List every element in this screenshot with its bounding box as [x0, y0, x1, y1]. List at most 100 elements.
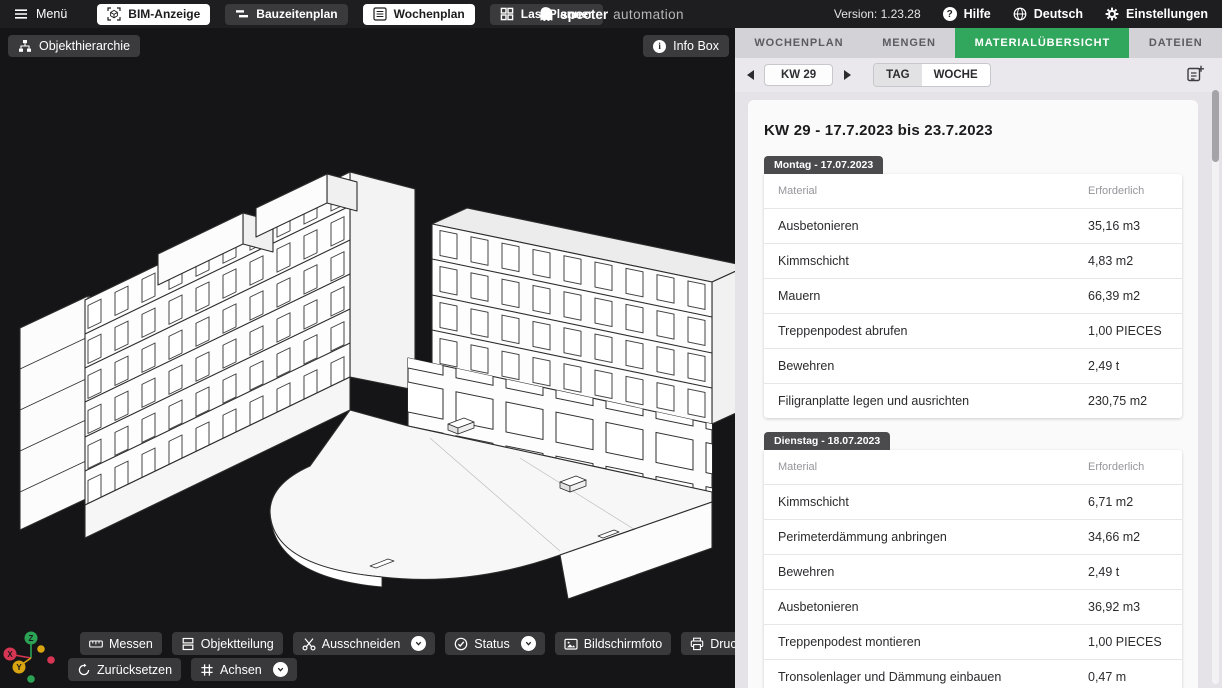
- material-required: 1,00 PIECES: [1088, 635, 1168, 649]
- material-name: Ausbetonieren: [778, 219, 1088, 233]
- material-name: Kimmschicht: [778, 495, 1088, 509]
- nav-bim-anzeige[interactable]: BIM-Anzeige: [97, 4, 210, 25]
- material-name: Treppenpodest abrufen: [778, 324, 1088, 338]
- header-material: Material: [778, 185, 1088, 197]
- nav-label: Wochenplan: [394, 7, 465, 21]
- axes-icon: [200, 663, 214, 677]
- material-required: 1,00 PIECES: [1088, 324, 1168, 338]
- table-row[interactable]: Bewehren2,49 t: [764, 554, 1182, 589]
- split-icon: [181, 637, 195, 651]
- day-card: MaterialErforderlichAusbetonieren35,16 m…: [764, 174, 1182, 418]
- table-row[interactable]: Filigranplatte legen und ausrichten230,7…: [764, 383, 1182, 418]
- tab-material-bersicht[interactable]: MATERIALÜBERSICHT: [955, 28, 1129, 58]
- viewport-toolbar-row2: Zurücksetzen Achsen: [68, 658, 297, 681]
- tool-status[interactable]: Status: [445, 632, 544, 655]
- nav-wochenplan[interactable]: Wochenplan: [363, 4, 475, 25]
- nav-label: BIM-Anzeige: [128, 7, 200, 21]
- info-icon: i: [653, 40, 666, 53]
- axis-dot-neg-z: [27, 675, 35, 683]
- dropdown-toggle[interactable]: [521, 636, 536, 651]
- help-button[interactable]: ? Hilfe: [943, 7, 991, 21]
- tab-wochenplan[interactable]: WOCHENPLAN: [735, 28, 863, 58]
- material-name: Kimmschicht: [778, 254, 1088, 268]
- tool-zur-cksetzen[interactable]: Zurücksetzen: [68, 658, 181, 681]
- viewport-toolbar-row1: Messen Objektteilung Ausschneiden Status Bil…: [80, 632, 735, 655]
- bim-icon: [107, 7, 121, 21]
- version-label: Version: 1.23.28: [834, 7, 921, 21]
- side-panel: WOCHENPLANMENGENMATERIALÜBERSICHTDATEIEN…: [735, 28, 1222, 688]
- brand-suffix: automation: [613, 7, 684, 22]
- info-box-button[interactable]: i Info Box: [643, 35, 729, 57]
- week-selector[interactable]: KW 29: [764, 64, 833, 86]
- globe-icon: [1013, 7, 1027, 21]
- tab-dateien[interactable]: DATEIEN: [1129, 28, 1222, 58]
- add-note-button[interactable]: [1186, 65, 1204, 86]
- material-required: 2,49 t: [1088, 359, 1168, 373]
- panel-content: KW 29 - 17.7.2023 bis 23.7.2023 Montag -…: [735, 92, 1222, 688]
- tab-mengen[interactable]: MENGEN: [863, 28, 955, 58]
- dropdown-toggle[interactable]: [273, 662, 288, 677]
- header-required: Erforderlich: [1088, 185, 1168, 197]
- table-row[interactable]: Perimeterdämmung anbringen34,66 m2: [764, 519, 1182, 554]
- svg-text:X: X: [7, 650, 13, 659]
- table-row[interactable]: Treppenpodest abrufen1,00 PIECES: [764, 313, 1182, 348]
- prev-week-button[interactable]: [743, 67, 757, 83]
- tool-objektteilung[interactable]: Objektteilung: [172, 632, 283, 655]
- bim-viewport[interactable]: Objekthierarchie i Info Box Z X Y Messen…: [0, 28, 735, 688]
- tool-label: Bildschirmfoto: [584, 637, 663, 651]
- scrollbar-track[interactable]: [1212, 90, 1219, 684]
- table-row[interactable]: Tronsolenlager und Dämmung einbauen0,47 …: [764, 659, 1182, 688]
- tool-label: Messen: [109, 637, 153, 651]
- menu-label: Menü: [36, 7, 67, 21]
- table-row[interactable]: Kimmschicht6,71 m2: [764, 484, 1182, 519]
- object-hierarchy-label: Objekthierarchie: [39, 39, 130, 53]
- material-required: 66,39 m2: [1088, 289, 1168, 303]
- language-button[interactable]: Deutsch: [1013, 7, 1083, 21]
- axis-dot-neg-x: [47, 656, 55, 664]
- table-row[interactable]: Mauern66,39 m2: [764, 278, 1182, 313]
- next-week-button[interactable]: [840, 67, 854, 83]
- object-hierarchy-button[interactable]: Objekthierarchie: [8, 35, 140, 57]
- table-row[interactable]: Kimmschicht4,83 m2: [764, 243, 1182, 278]
- material-name: Filigranplatte legen und ausrichten: [778, 394, 1088, 408]
- material-name: Bewehren: [778, 359, 1088, 373]
- grid-icon: [500, 7, 514, 21]
- tool-label: Ausschneiden: [322, 637, 401, 651]
- material-name: Tronsolenlager und Dämmung einbauen: [778, 670, 1088, 684]
- settings-button[interactable]: Einstellungen: [1105, 7, 1208, 21]
- tool-messen[interactable]: Messen: [80, 632, 162, 655]
- tool-druckvorschau[interactable]: Druckvorschau: [681, 632, 735, 655]
- table-header: MaterialErforderlich: [764, 174, 1182, 208]
- help-label: Hilfe: [964, 7, 991, 21]
- material-name: Mauern: [778, 289, 1088, 303]
- week-heading: KW 29 - 17.7.2023 bis 23.7.2023: [764, 122, 1182, 139]
- hierarchy-icon: [18, 39, 32, 53]
- scrollbar-thumb[interactable]: [1212, 90, 1219, 162]
- weekplan-icon: [373, 7, 387, 21]
- material-sheet: KW 29 - 17.7.2023 bis 23.7.2023 Montag -…: [748, 100, 1198, 688]
- info-box-label: Info Box: [673, 39, 719, 53]
- tool-label: Objektteilung: [201, 637, 274, 651]
- status-check-icon: [454, 637, 468, 651]
- table-row[interactable]: Ausbetonieren35,16 m3: [764, 208, 1182, 243]
- table-row[interactable]: Bewehren2,49 t: [764, 348, 1182, 383]
- gantt-icon: [235, 7, 249, 21]
- tool-ausschneiden[interactable]: Ausschneiden: [293, 632, 436, 655]
- tool-bildschirmfoto[interactable]: Bildschirmfoto: [555, 632, 672, 655]
- topbar: Menü BIM-AnzeigeBauzeitenplanWochenplanL…: [0, 0, 1222, 28]
- material-required: 6,71 m2: [1088, 495, 1168, 509]
- menu-button[interactable]: Menü: [14, 7, 67, 21]
- nav-bauzeitenplan[interactable]: Bauzeitenplan: [225, 4, 347, 25]
- axis-gizmo[interactable]: Z X Y: [0, 616, 62, 688]
- toggle-tag[interactable]: TAG: [874, 64, 921, 86]
- table-row[interactable]: Treppenpodest montieren1,00 PIECES: [764, 624, 1182, 659]
- toggle-woche[interactable]: WOCHE: [922, 64, 990, 86]
- table-row[interactable]: Ausbetonieren36,92 m3: [764, 589, 1182, 624]
- material-days: Montag - 17.07.2023MaterialErforderlichA…: [764, 155, 1182, 688]
- ghost-logo-icon: [538, 6, 553, 23]
- dropdown-toggle[interactable]: [411, 636, 426, 651]
- svg-text:Z: Z: [29, 634, 34, 643]
- material-required: 36,92 m3: [1088, 600, 1168, 614]
- tool-achsen[interactable]: Achsen: [191, 658, 297, 681]
- material-name: Bewehren: [778, 565, 1088, 579]
